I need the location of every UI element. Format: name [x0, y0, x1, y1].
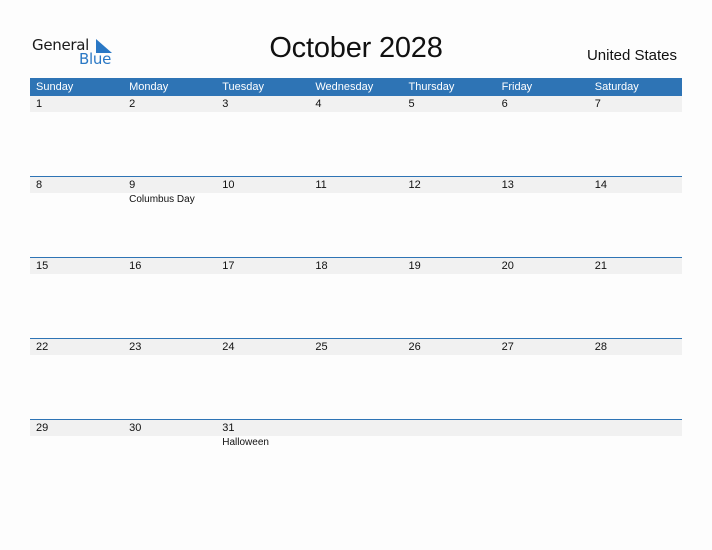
day-number: 2: [129, 98, 136, 110]
week-row: 1 2 3 4 5 6 7: [30, 96, 682, 177]
day-cell: 28: [589, 339, 682, 355]
day-cell: [403, 420, 496, 449]
day-cell: 16: [123, 258, 216, 274]
day-cell: 21: [589, 258, 682, 274]
day-number: 5: [408, 98, 415, 110]
day-number: 27: [501, 341, 514, 353]
day-cell: 15: [30, 258, 123, 274]
day-number: 30: [129, 422, 142, 434]
day-cell: 25: [309, 339, 402, 355]
day-cell: 26: [403, 339, 496, 355]
day-cell: 7: [589, 96, 682, 112]
day-cell: [589, 420, 682, 449]
day-cell: 8: [30, 177, 123, 206]
week-row: 22 23 24 25 26 27 28: [30, 338, 682, 420]
day-number: 1: [36, 98, 43, 110]
day-number: 15: [36, 260, 49, 272]
week-row: 15 16 17 18 19 20 21: [30, 257, 682, 339]
weekday-friday: Friday: [501, 81, 533, 93]
week-row: 29 30 31 Halloween: [30, 419, 682, 501]
day-number: 21: [594, 260, 607, 272]
day-number: 26: [408, 341, 421, 353]
day-cell: 18: [309, 258, 402, 274]
day-cell: 3: [216, 96, 309, 112]
day-number: [595, 420, 682, 436]
day-number: 18: [315, 260, 328, 272]
day-cell: 19: [403, 258, 496, 274]
day-number: [502, 420, 589, 436]
day-cell: 4: [309, 96, 402, 112]
day-cell: 20: [496, 258, 589, 274]
day-number: 13: [501, 179, 514, 191]
calendar-grid: Sunday Monday Tuesday Wednesday Thursday…: [30, 78, 682, 501]
weekday-sunday: Sunday: [36, 81, 74, 93]
day-number: [315, 420, 402, 436]
day-number: 4: [315, 98, 322, 110]
day-number: 24: [222, 341, 235, 353]
day-cell: [496, 420, 589, 449]
day-cell: [309, 420, 402, 449]
weekday-header: Sunday Monday Tuesday Wednesday Thursday…: [30, 78, 682, 96]
day-cell: 9 Columbus Day: [123, 177, 216, 206]
day-cell: 13: [496, 177, 589, 206]
day-number: 20: [501, 260, 514, 272]
weeks-container: 1 2 3 4 5 6 7 8 9 Columbus Day 10 11 12 13 14 15 16 17 18 1…: [30, 96, 682, 501]
day-number: 11: [315, 179, 327, 191]
day-number: 25: [315, 341, 328, 353]
day-cell: 22: [30, 339, 123, 355]
day-number: 3: [222, 98, 229, 110]
day-cell: 29: [30, 420, 123, 449]
day-number: 7: [594, 98, 601, 110]
weekday-saturday: Saturday: [594, 81, 639, 93]
day-cell: 17: [216, 258, 309, 274]
day-number: 23: [129, 341, 142, 353]
day-number: 17: [222, 260, 235, 272]
day-number: 8: [36, 179, 43, 191]
day-number: 12: [408, 179, 421, 191]
day-number: 28: [594, 341, 607, 353]
day-cell: 11: [309, 177, 402, 206]
day-cell: 6: [496, 96, 589, 112]
day-number: 16: [129, 260, 142, 272]
day-number: [409, 420, 496, 436]
day-cell: 5: [403, 96, 496, 112]
day-number: 22: [36, 341, 49, 353]
weekday-wednesday: Wednesday: [315, 81, 374, 93]
day-number: 19: [408, 260, 421, 272]
day-number: 31: [222, 422, 235, 434]
day-cell: 24: [216, 339, 309, 355]
holiday-label: Halloween: [222, 437, 269, 448]
day-cell: 14: [589, 177, 682, 206]
country-label: United States: [586, 47, 677, 64]
weekday-thursday: Thursday: [408, 81, 455, 93]
day-cell: 27: [496, 339, 589, 355]
day-number: 10: [222, 179, 235, 191]
day-number: 14: [594, 179, 607, 191]
day-cell: 12: [403, 177, 496, 206]
day-cell: 23: [123, 339, 216, 355]
day-cell: 10: [216, 177, 309, 206]
day-cell: 30: [123, 420, 216, 449]
day-cell: 2: [123, 96, 216, 112]
weekday-monday: Monday: [129, 81, 169, 93]
holiday-label: Columbus Day: [129, 194, 195, 205]
day-number: 29: [36, 422, 49, 434]
day-cell: 1: [30, 96, 123, 112]
day-number: 9: [129, 179, 136, 191]
week-row: 8 9 Columbus Day 10 11 12 13 14: [30, 176, 682, 258]
day-cell: 31 Halloween: [216, 420, 309, 449]
day-number: 6: [501, 98, 508, 110]
weekday-tuesday: Tuesday: [222, 81, 265, 93]
